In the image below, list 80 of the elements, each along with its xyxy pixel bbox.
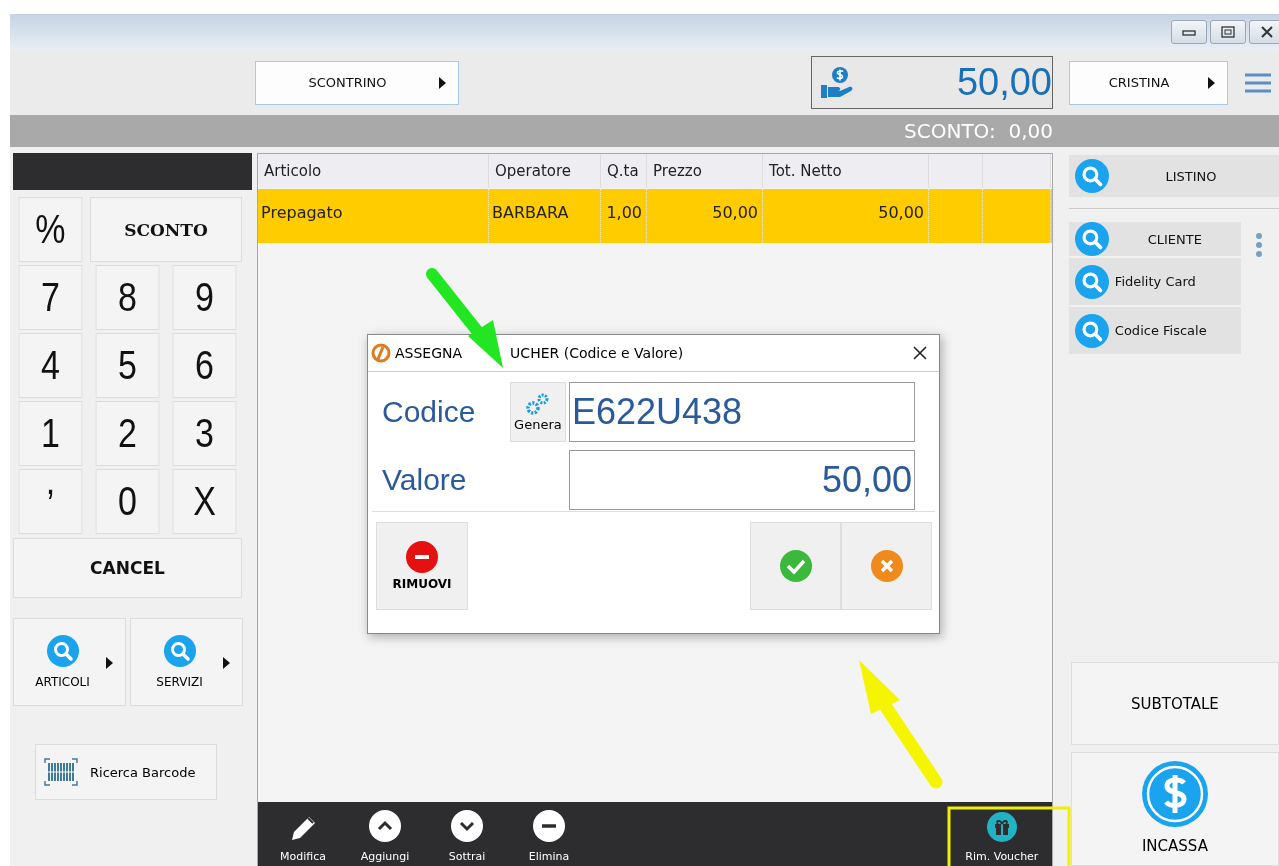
restore-icon[interactable] bbox=[1210, 20, 1246, 44]
dialog-title: ASSEGNA bbox=[395, 345, 463, 361]
price-list-button[interactable]: LISTINO bbox=[1068, 155, 1279, 197]
discount-total: SCONTO: 0,00 bbox=[904, 119, 1053, 143]
keypad-key[interactable]: , bbox=[18, 469, 83, 534]
minimize-icon[interactable] bbox=[1171, 20, 1207, 44]
catalog-button[interactable]: ARTICOLI bbox=[13, 618, 126, 706]
dialog-title: UCHER (Codice e Valore) bbox=[510, 345, 684, 361]
chevron-down-icon bbox=[451, 810, 484, 842]
keypad-key[interactable]: 7 bbox=[18, 265, 83, 330]
table-row[interactable]: Prepagato BARBARA 1,00 50,00 50,00 bbox=[258, 189, 1052, 243]
check-icon bbox=[778, 549, 813, 583]
barcode-search-button[interactable]: Ricerca Barcode bbox=[35, 744, 217, 800]
table-cell: BARBARA bbox=[489, 189, 602, 243]
caret-icon bbox=[106, 657, 113, 669]
close-icon[interactable] bbox=[913, 346, 927, 360]
cancel-button[interactable]: CANCEL bbox=[13, 538, 242, 598]
operator-dropdown[interactable]: CRISTINA bbox=[1069, 60, 1228, 105]
more-options-icon[interactable] bbox=[1254, 232, 1263, 258]
field-label: Codice bbox=[382, 395, 477, 429]
keypad-key[interactable]: % bbox=[18, 197, 83, 262]
lookup-button[interactable]: Codice Fiscale bbox=[1068, 307, 1241, 354]
close-icon bbox=[869, 549, 904, 583]
cancel-button[interactable] bbox=[841, 522, 932, 610]
keypad-key[interactable]: 1 bbox=[18, 401, 83, 466]
toolbar-button[interactable]: Rim. Voucher bbox=[951, 802, 1052, 866]
code-field[interactable]: E622U438 bbox=[569, 382, 915, 442]
subtotal-button[interactable]: SUBTOTALE bbox=[1070, 662, 1279, 745]
caret-icon bbox=[1208, 76, 1215, 89]
search-icon bbox=[1074, 313, 1109, 348]
search-icon bbox=[1074, 159, 1109, 193]
chevron-up-icon bbox=[369, 810, 402, 842]
table-cell: Prepagato bbox=[258, 189, 490, 243]
table-cell: 1,00 bbox=[601, 189, 648, 243]
value-field[interactable]: 50,00 bbox=[569, 450, 915, 510]
column-header[interactable]: Articolo bbox=[258, 154, 490, 188]
keypad-key[interactable]: 4 bbox=[18, 333, 83, 398]
close-icon[interactable] bbox=[1249, 20, 1279, 44]
keypad-key[interactable]: 9 bbox=[172, 265, 237, 330]
lookup-button[interactable]: Fidelity Card bbox=[1068, 258, 1241, 305]
confirm-button[interactable] bbox=[750, 522, 841, 610]
catalog-button[interactable]: SERVIZI bbox=[130, 618, 243, 706]
keypad-key[interactable]: 3 bbox=[172, 401, 237, 466]
remove-button[interactable]: RIMUOVI bbox=[376, 522, 468, 610]
toolbar-button[interactable]: Modifica bbox=[262, 802, 345, 866]
toolbar-button[interactable]: Aggiungi bbox=[344, 802, 427, 866]
table-cell: 50,00 bbox=[647, 189, 764, 243]
generate-button[interactable]: Genera bbox=[509, 382, 566, 442]
document-type-dropdown[interactable]: SCONTRINO bbox=[255, 60, 459, 105]
caret-icon bbox=[223, 657, 230, 669]
keypad-key[interactable]: 6 bbox=[172, 333, 237, 398]
field-label: Valore bbox=[382, 463, 468, 497]
search-icon bbox=[1074, 264, 1109, 299]
dollar-icon bbox=[1141, 761, 1208, 827]
gift-icon bbox=[986, 812, 1017, 842]
keypad-key[interactable]: 2 bbox=[95, 401, 160, 466]
keypad-key[interactable]: SCONTO bbox=[90, 197, 242, 262]
app-logo-icon bbox=[371, 343, 391, 363]
search-icon bbox=[46, 635, 79, 667]
minus-icon bbox=[533, 810, 566, 842]
checkout-button[interactable]: INCASSA bbox=[1070, 752, 1279, 866]
menu-icon[interactable] bbox=[1243, 71, 1273, 94]
search-icon bbox=[163, 635, 196, 667]
keypad-key[interactable]: 8 bbox=[95, 265, 160, 330]
column-header[interactable]: Operatore bbox=[489, 154, 602, 188]
search-icon bbox=[1074, 222, 1109, 256]
toolbar-button[interactable]: Elimina bbox=[508, 802, 591, 866]
toolbar-button[interactable]: Sottrai bbox=[426, 802, 509, 866]
barcode-icon bbox=[44, 758, 78, 786]
column-header[interactable]: Tot. Netto bbox=[763, 154, 930, 188]
column-header[interactable]: Prezzo bbox=[647, 154, 764, 188]
keypad-key[interactable]: 5 bbox=[95, 333, 160, 398]
total-amount: 50,00 bbox=[956, 61, 1052, 104]
column-header[interactable]: Q.ta bbox=[601, 154, 648, 188]
caret-icon bbox=[439, 76, 446, 89]
keypad-key[interactable]: 0 bbox=[95, 469, 160, 534]
keypad-key[interactable]: X bbox=[172, 469, 237, 534]
lookup-button[interactable]: CLIENTE bbox=[1068, 222, 1241, 256]
table-cell: 50,00 bbox=[763, 189, 930, 243]
minus-icon bbox=[406, 541, 438, 573]
